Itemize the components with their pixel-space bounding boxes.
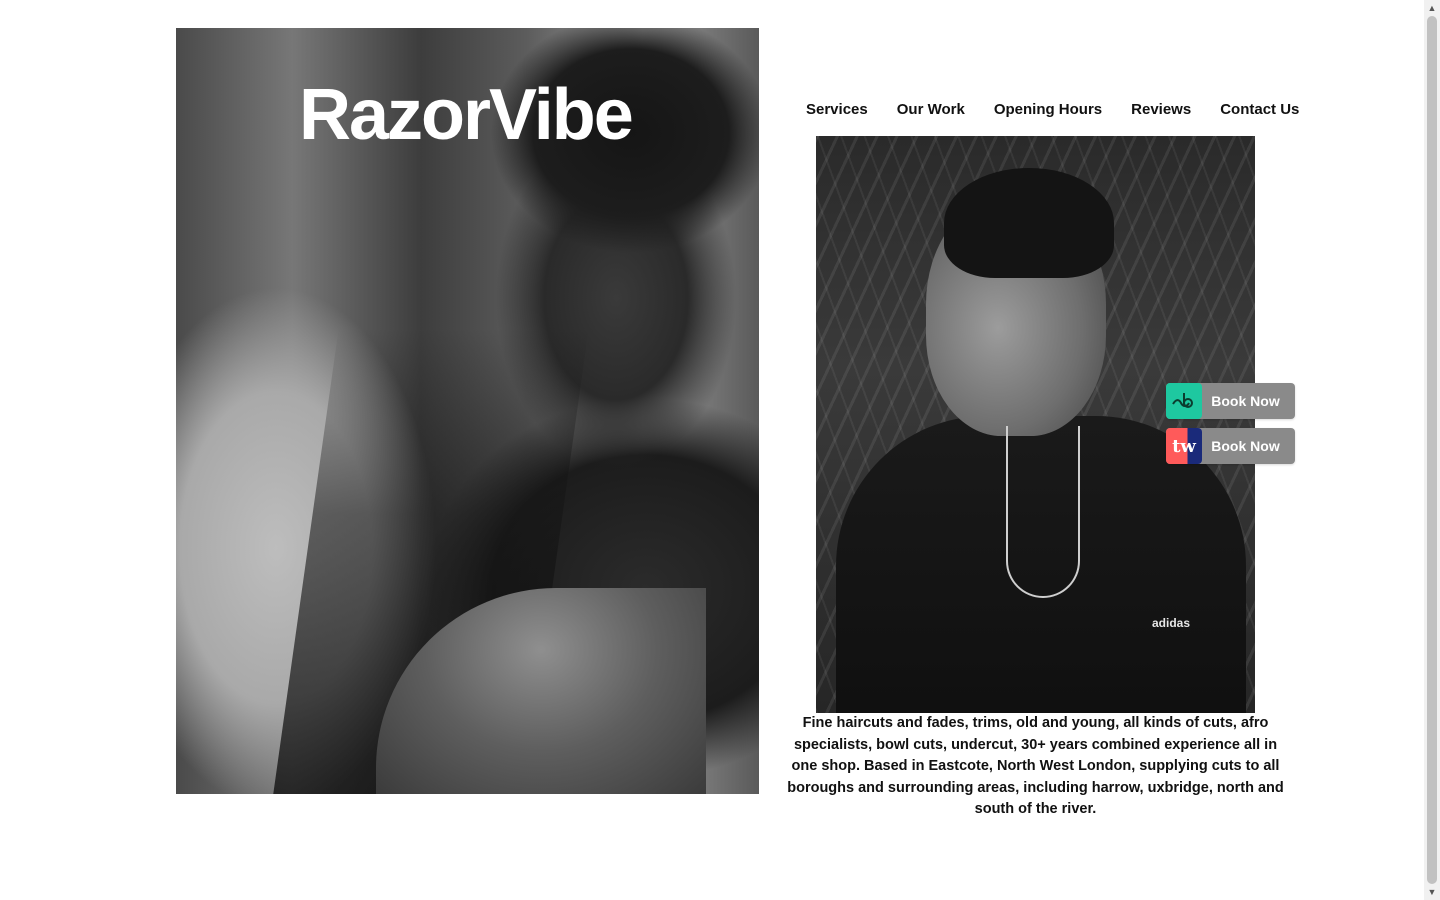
- nav-item-our-work[interactable]: Our Work: [897, 101, 965, 118]
- brand-title: RazorVibe: [299, 75, 634, 155]
- book-now-label: Book Now: [1211, 438, 1280, 454]
- book-now-treatwell-button[interactable]: tw Book Now: [1166, 428, 1295, 464]
- scroll-down-arrow-icon[interactable]: ▼: [1427, 885, 1437, 899]
- nav-item-reviews[interactable]: Reviews: [1131, 101, 1191, 118]
- about-text: Fine haircuts and fades, trims, old and …: [787, 715, 1284, 817]
- booksy-icon: [1166, 383, 1202, 419]
- nav-item-opening-hours[interactable]: Opening Hours: [994, 101, 1102, 118]
- book-now-booksy-button[interactable]: Book Now: [1166, 383, 1295, 419]
- main-nav: Services Our Work Opening Hours Reviews …: [806, 101, 1299, 118]
- portrait-hair: [944, 168, 1114, 278]
- nav-item-contact-us[interactable]: Contact Us: [1220, 101, 1299, 118]
- page-scrollbar[interactable]: ▲ ▼: [1424, 0, 1440, 900]
- book-now-label: Book Now: [1211, 393, 1280, 409]
- nav-item-services[interactable]: Services: [806, 101, 868, 118]
- scrollbar-thumb[interactable]: [1427, 16, 1437, 884]
- portrait-chain: [1006, 426, 1080, 598]
- treatwell-icon: tw: [1166, 428, 1202, 464]
- portrait-shirt-logo: adidas: [1152, 616, 1191, 630]
- scroll-up-arrow-icon[interactable]: ▲: [1427, 1, 1437, 15]
- client-portrait-photo: adidas: [816, 136, 1255, 713]
